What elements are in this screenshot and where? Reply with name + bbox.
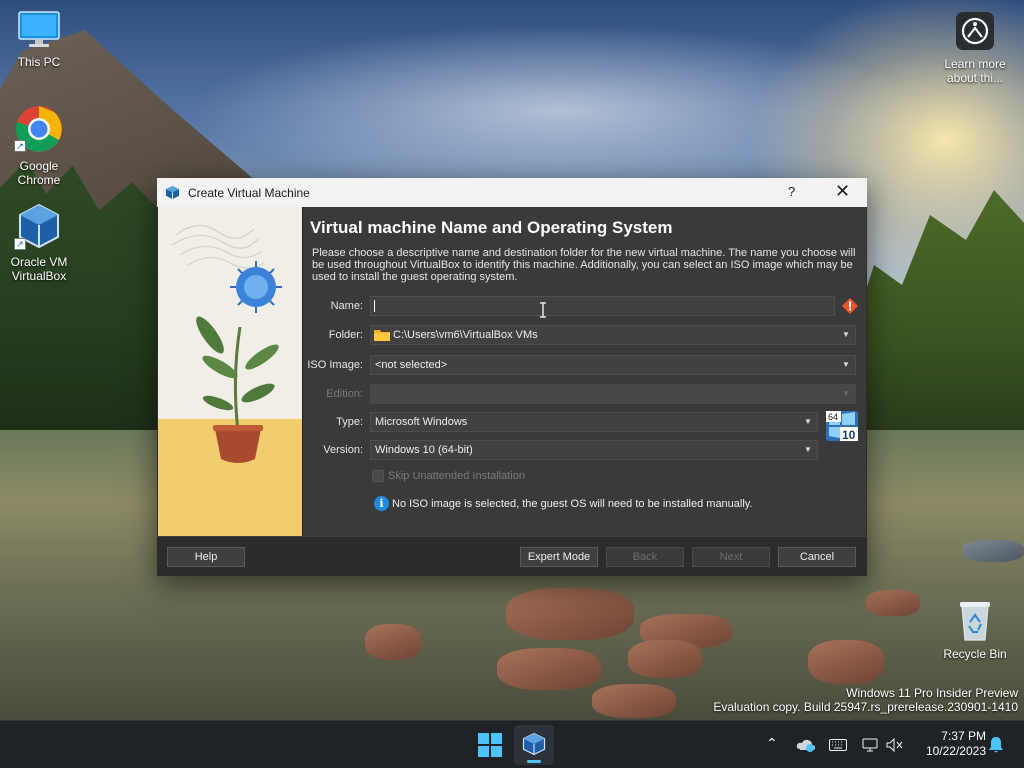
edition-label: Edition: xyxy=(326,388,363,400)
wallpaper-rock xyxy=(592,684,676,718)
chevron-down-icon[interactable]: ▼ xyxy=(799,413,817,431)
page-heading: Virtual machine Name and Operating Syste… xyxy=(310,218,673,237)
desktop-icon-label: This PC xyxy=(17,55,61,69)
type-select[interactable]: Microsoft Windows ▼ xyxy=(370,412,818,432)
name-input[interactable] xyxy=(370,296,835,316)
expert-mode-button[interactable]: Expert Mode xyxy=(520,547,598,567)
dialog-titlebar[interactable]: Create Virtual Machine ? ✕ xyxy=(157,178,867,207)
desktop-icon-recycle-bin[interactable]: Recycle Bin xyxy=(936,598,1014,661)
wallpaper-rock xyxy=(866,590,920,616)
text-cursor-icon xyxy=(540,302,546,318)
cancel-button[interactable]: Cancel xyxy=(778,547,856,567)
back-button[interactable]: Back xyxy=(606,547,684,567)
version-label: Version: xyxy=(323,444,363,456)
folder-icon xyxy=(374,330,390,341)
close-icon[interactable]: ✕ xyxy=(835,181,850,202)
shortcut-arrow-icon: ↗ xyxy=(14,238,26,250)
desktop-icon-learn-more[interactable]: Learn more about thi... xyxy=(936,10,1014,85)
dialog-button-bar: Help Expert Mode Back Next Cancel xyxy=(157,536,867,576)
watermark-line-2: Evaluation copy. Build 25947.rs_prerelea… xyxy=(713,700,1018,714)
folder-label: Folder: xyxy=(328,329,363,341)
chevron-up-icon[interactable]: ⌃ xyxy=(766,735,778,752)
chevron-down-icon: ▼ xyxy=(842,389,850,398)
learn-more-icon xyxy=(956,12,994,50)
wallpaper-rock xyxy=(628,640,702,678)
shortcut-arrow-icon: ↗ xyxy=(14,140,26,152)
chevron-down-icon[interactable]: ▼ xyxy=(837,356,855,374)
taskbar-clock[interactable]: 7:37 PM 10/22/2023 xyxy=(912,729,986,759)
monitor-icon xyxy=(18,11,60,47)
desktop-icon-google-chrome[interactable]: ↗ Google Chrome xyxy=(0,104,78,187)
version-select[interactable]: Windows 10 (64-bit) ▼ xyxy=(370,440,818,460)
windows-watermark: Windows 11 Pro Insider Preview Evaluatio… xyxy=(713,686,1018,714)
clock-date: 10/22/2023 xyxy=(925,744,986,758)
wallpaper-rock xyxy=(808,640,884,684)
type-value: Microsoft Windows xyxy=(375,416,468,428)
desktop-icon-label: Oracle VM VirtualBox xyxy=(10,255,68,283)
page-description: Please choose a descriptive name and des… xyxy=(312,247,856,283)
windows-start-icon xyxy=(478,733,502,757)
type-label: Type: xyxy=(336,416,363,428)
wallpaper-rock xyxy=(506,588,634,640)
help-icon[interactable]: ? xyxy=(788,184,795,199)
iso-value: <not selected> xyxy=(375,359,448,371)
virtualbox-icon xyxy=(522,732,546,756)
virtualbox-icon xyxy=(165,185,180,200)
network-icon[interactable] xyxy=(862,738,878,752)
os-version-label: 10 xyxy=(842,428,856,442)
folder-select[interactable]: C:\Users\vm6\VirtualBox VMs ▼ xyxy=(370,325,856,345)
wallpaper-rock xyxy=(365,624,421,660)
watermark-line-1: Windows 11 Pro Insider Preview xyxy=(846,686,1018,700)
name-label: Name: xyxy=(330,300,363,312)
info-icon: i xyxy=(374,496,389,511)
skip-unattended-label: Skip Unattended Installation xyxy=(388,470,525,482)
help-button[interactable]: Help xyxy=(167,547,245,567)
taskbar: ⌃ 7:37 PM 10/22/2023 xyxy=(0,720,1024,768)
keyboard-icon[interactable] xyxy=(829,739,847,751)
chevron-down-icon[interactable]: ▼ xyxy=(837,326,855,344)
folder-value: C:\Users\vm6\VirtualBox VMs xyxy=(393,329,538,341)
volume-muted-icon[interactable] xyxy=(886,738,904,752)
windows-10-64bit-os-icon: 64 10 xyxy=(826,411,858,442)
desktop-icon-label: Google Chrome xyxy=(17,159,61,187)
onedrive-icon[interactable] xyxy=(796,737,816,753)
plant-illustration xyxy=(158,207,302,536)
edition-select: ▼ xyxy=(370,384,856,404)
desktop-icon-this-pc[interactable]: This PC xyxy=(0,10,78,69)
skip-unattended-checkbox xyxy=(372,470,384,482)
wallpaper-rock xyxy=(497,648,601,690)
version-value: Windows 10 (64-bit) xyxy=(375,444,473,456)
desktop-icon-label: Learn more about thi... xyxy=(944,57,1006,85)
wallpaper-rock xyxy=(962,540,1024,562)
iso-info-note: No ISO image is selected, the guest OS w… xyxy=(392,498,753,510)
iso-select[interactable]: <not selected> ▼ xyxy=(370,355,856,375)
next-button[interactable]: Next xyxy=(692,547,770,567)
text-caret xyxy=(374,300,375,312)
os-bits-label: 64 xyxy=(828,412,838,422)
start-button[interactable] xyxy=(470,725,510,765)
clock-time: 7:37 PM xyxy=(941,729,986,743)
active-app-indicator xyxy=(527,760,541,763)
notification-bell-icon[interactable] xyxy=(988,736,1004,754)
wizard-illustration xyxy=(158,207,303,536)
create-vm-dialog: Create Virtual Machine ? ✕ Virtual machi… xyxy=(157,178,867,576)
iso-label: ISO Image: xyxy=(307,359,363,371)
chevron-down-icon[interactable]: ▼ xyxy=(799,441,817,459)
desktop-icon-oracle-vm-virtualbox[interactable]: ↗ Oracle VM VirtualBox xyxy=(0,202,78,283)
taskbar-virtualbox-button[interactable] xyxy=(514,725,554,765)
desktop-icon-label: Recycle Bin xyxy=(943,647,1007,661)
warning-icon xyxy=(842,298,858,314)
dialog-title: Create Virtual Machine xyxy=(188,186,310,200)
recycle-bin-icon xyxy=(960,602,990,641)
